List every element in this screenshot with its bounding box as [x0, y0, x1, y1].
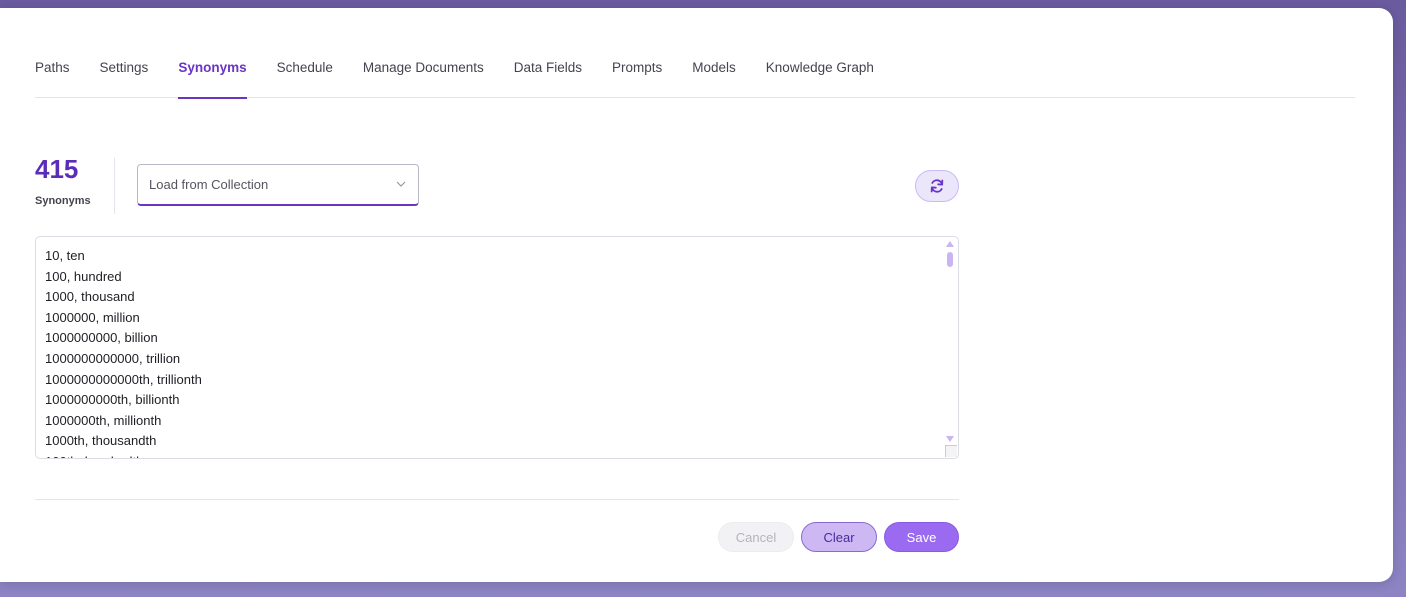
tab-paths[interactable]: Paths	[35, 57, 70, 98]
cancel-button[interactable]: Cancel	[718, 522, 794, 552]
scroll-up-arrow-icon[interactable]	[946, 241, 954, 247]
synonym-count: 415	[35, 154, 79, 184]
tab-prompts[interactable]: Prompts	[612, 57, 662, 98]
tab-knowledge-graph[interactable]: Knowledge Graph	[766, 57, 874, 98]
save-button[interactable]: Save	[884, 522, 959, 552]
tab-bar: Paths Settings Synonyms Schedule Manage …	[35, 57, 1355, 99]
synonyms-text[interactable]: 10, ten 100, hundred 1000, thousand 1000…	[45, 246, 938, 458]
refresh-icon	[930, 179, 944, 193]
load-collection-select[interactable]: Load from Collection	[137, 164, 419, 206]
footer-divider	[35, 499, 959, 500]
tab-schedule[interactable]: Schedule	[277, 57, 333, 98]
tab-models[interactable]: Models	[692, 57, 736, 98]
tab-manage-documents[interactable]: Manage Documents	[363, 57, 484, 98]
scrollbar-thumb[interactable]	[947, 252, 953, 267]
synonym-count-label: Synonyms	[35, 195, 91, 207]
tab-data-fields[interactable]: Data Fields	[514, 57, 582, 98]
tab-settings[interactable]: Settings	[100, 57, 149, 98]
textarea-scrollbar[interactable]	[944, 239, 956, 456]
scroll-down-arrow-icon[interactable]	[946, 436, 954, 442]
clear-button[interactable]: Clear	[801, 522, 877, 552]
settings-card: Paths Settings Synonyms Schedule Manage …	[0, 8, 1393, 582]
synonyms-textarea[interactable]: 10, ten 100, hundred 1000, thousand 1000…	[35, 236, 959, 459]
load-collection-value: Load from Collection	[149, 177, 269, 192]
synonym-count-block: 415 Synonyms	[35, 156, 115, 207]
chevron-down-icon	[396, 181, 406, 187]
refresh-button[interactable]	[915, 170, 959, 202]
resize-handle-icon[interactable]	[945, 445, 957, 457]
tab-synonyms[interactable]: Synonyms	[178, 57, 247, 99]
vertical-divider	[114, 158, 115, 214]
